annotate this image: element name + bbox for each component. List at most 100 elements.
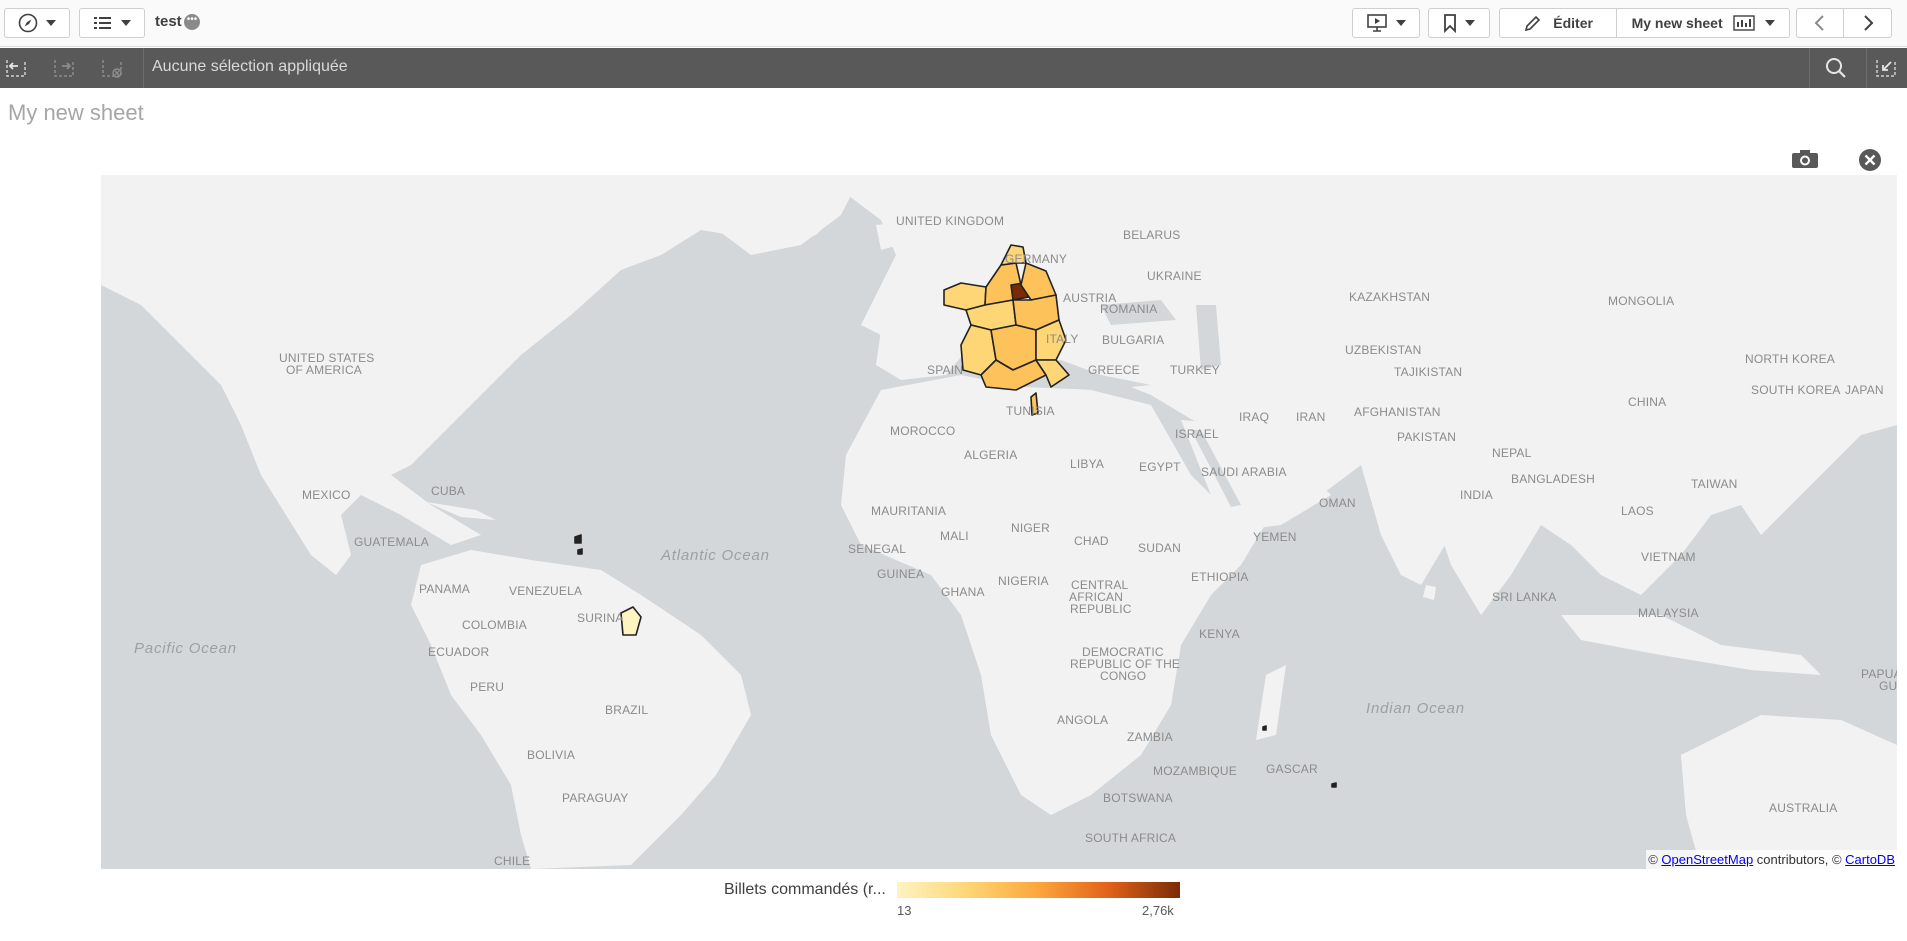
country-label: GREECE — [1088, 363, 1140, 377]
country-label: SRI LANKA — [1492, 590, 1557, 604]
country-label: ECUADOR — [428, 645, 490, 659]
ocean-label: Indian Ocean — [1366, 700, 1465, 717]
chevron-down-icon — [46, 20, 56, 26]
country-label: MEXICO — [302, 488, 351, 502]
sheet-navigation-group — [1796, 8, 1892, 38]
country-label: TUNISIA — [1006, 404, 1055, 418]
country-label: SENEGAL — [848, 542, 907, 556]
country-label: BRAZIL — [605, 703, 649, 717]
chevron-left-icon — [1814, 15, 1824, 31]
sheet-selector-label: My new sheet — [1631, 15, 1723, 31]
country-label: CHILE — [494, 854, 531, 868]
navigation-menu-button[interactable] — [4, 8, 70, 38]
country-label: MOZAMBIQUE — [1153, 764, 1238, 778]
country-label: AFGHANISTAN — [1354, 405, 1441, 419]
selection-divider — [143, 48, 144, 88]
edit-button[interactable]: Éditer — [1500, 9, 1618, 37]
overseas-region — [1262, 725, 1267, 731]
country-label: ANGOLA — [1057, 713, 1109, 727]
country-label: LIBYA — [1070, 457, 1105, 471]
map-chart[interactable]: UNITED KINGDOM BELARUS GERMANY UKRAINE K… — [101, 175, 1897, 869]
country-label: CONGO — [1100, 669, 1147, 683]
app-info-icon[interactable]: ••• — [184, 14, 200, 30]
overseas-region — [577, 548, 583, 555]
country-label: ROMANIA — [1100, 302, 1158, 316]
indonesia-land — [1561, 615, 1821, 675]
legend-min-label: 13 — [897, 903, 912, 918]
legend-title: Billets commandés (r... — [724, 881, 886, 898]
country-label: ISRAEL — [1175, 427, 1219, 441]
country-label: ITALY — [1046, 332, 1079, 346]
selections-bar: Aucune sélection appliquée — [0, 48, 1907, 88]
story-mode-button[interactable] — [1352, 8, 1420, 38]
sheet-title: My new sheet — [8, 100, 144, 125]
legend-color-scale — [897, 882, 1180, 898]
country-label: GUINEA — [877, 567, 925, 581]
country-label: UKRAINE — [1147, 269, 1202, 283]
selection-status: Aucune sélection appliquée — [152, 58, 348, 75]
country-label: CUBA — [431, 484, 466, 498]
country-label: SOUTH KOREA — [1751, 383, 1841, 397]
country-label: NIGERIA — [998, 574, 1049, 588]
country-label: VIETNAM — [1641, 550, 1696, 564]
country-label: KENYA — [1199, 627, 1240, 641]
country-label: UNITED KINGDOM — [896, 214, 1005, 228]
country-label: AUSTRALIA — [1769, 801, 1838, 815]
openstreetmap-link[interactable]: OpenStreetMap — [1661, 852, 1753, 867]
top-toolbar: test ••• Éditer My new sheet — [0, 0, 1907, 47]
overseas-region — [1331, 782, 1337, 788]
australia-land — [1681, 715, 1897, 869]
country-label: CHINA — [1628, 395, 1667, 409]
sheet-thumbnail-icon — [1732, 15, 1755, 31]
country-label: GUATEMALA — [354, 535, 429, 549]
search-icon[interactable] — [1824, 57, 1848, 79]
country-label: IRAN — [1296, 410, 1326, 424]
country-label: KAZAKHSTAN — [1349, 290, 1431, 304]
country-label: LAOS — [1621, 504, 1654, 518]
country-label: UZBEKISTAN — [1345, 343, 1422, 357]
presentation-icon — [1367, 14, 1387, 32]
next-sheet-button[interactable] — [1844, 9, 1891, 37]
app-title[interactable]: test — [155, 13, 182, 30]
close-icon[interactable] — [1858, 148, 1882, 172]
map-attribution: © OpenStreetMap contributors, © CartoDB — [1646, 850, 1897, 869]
country-label: REPUBLIC — [1070, 602, 1132, 616]
clear-all-selections-icon[interactable] — [100, 57, 124, 79]
previous-sheet-button[interactable] — [1797, 9, 1845, 37]
country-label: TAIWAN — [1691, 477, 1738, 491]
country-label: SAUDI ARABIA — [1201, 465, 1287, 479]
step-back-icon[interactable] — [4, 57, 28, 79]
country-label: PAKISTAN — [1397, 430, 1457, 444]
country-label: BULGARIA — [1102, 333, 1165, 347]
edit-sheet-group: Éditer My new sheet — [1499, 8, 1790, 38]
country-label: VENEZUELA — [509, 584, 583, 598]
bookmarks-button[interactable] — [1428, 8, 1490, 38]
selection-divider — [1866, 48, 1867, 88]
country-label: NIGER — [1011, 521, 1051, 535]
country-label: EGYPT — [1139, 460, 1181, 474]
sheet-selector[interactable]: My new sheet — [1617, 9, 1789, 37]
country-label: JAPAN — [1845, 383, 1884, 397]
country-label: COLOMBIA — [462, 618, 527, 632]
cartodb-link[interactable]: CartoDB — [1845, 852, 1895, 867]
country-label: INDIA — [1460, 488, 1494, 502]
country-label: MALI — [940, 529, 969, 543]
madagascar-land — [1256, 665, 1286, 740]
sri-lanka-land — [1423, 585, 1436, 600]
overseas-region — [574, 534, 582, 544]
chevron-right-icon — [1863, 15, 1873, 31]
country-label: ETHIOPIA — [1191, 570, 1249, 584]
country-label: SPAIN — [927, 363, 964, 377]
selection-divider — [1809, 48, 1810, 88]
attribution-middle: contributors, © — [1753, 852, 1846, 867]
global-menu-button[interactable] — [79, 8, 145, 38]
country-label: PANAMA — [419, 582, 470, 596]
camera-icon[interactable] — [1790, 148, 1820, 170]
chevron-down-icon — [1396, 20, 1406, 26]
chevron-down-icon — [1465, 20, 1475, 26]
selections-tool-icon[interactable] — [1874, 57, 1898, 79]
country-label: BOLIVIA — [527, 748, 576, 762]
bookmark-icon — [1444, 14, 1456, 33]
chevron-down-icon — [1764, 20, 1775, 26]
step-forward-icon[interactable] — [52, 57, 76, 79]
